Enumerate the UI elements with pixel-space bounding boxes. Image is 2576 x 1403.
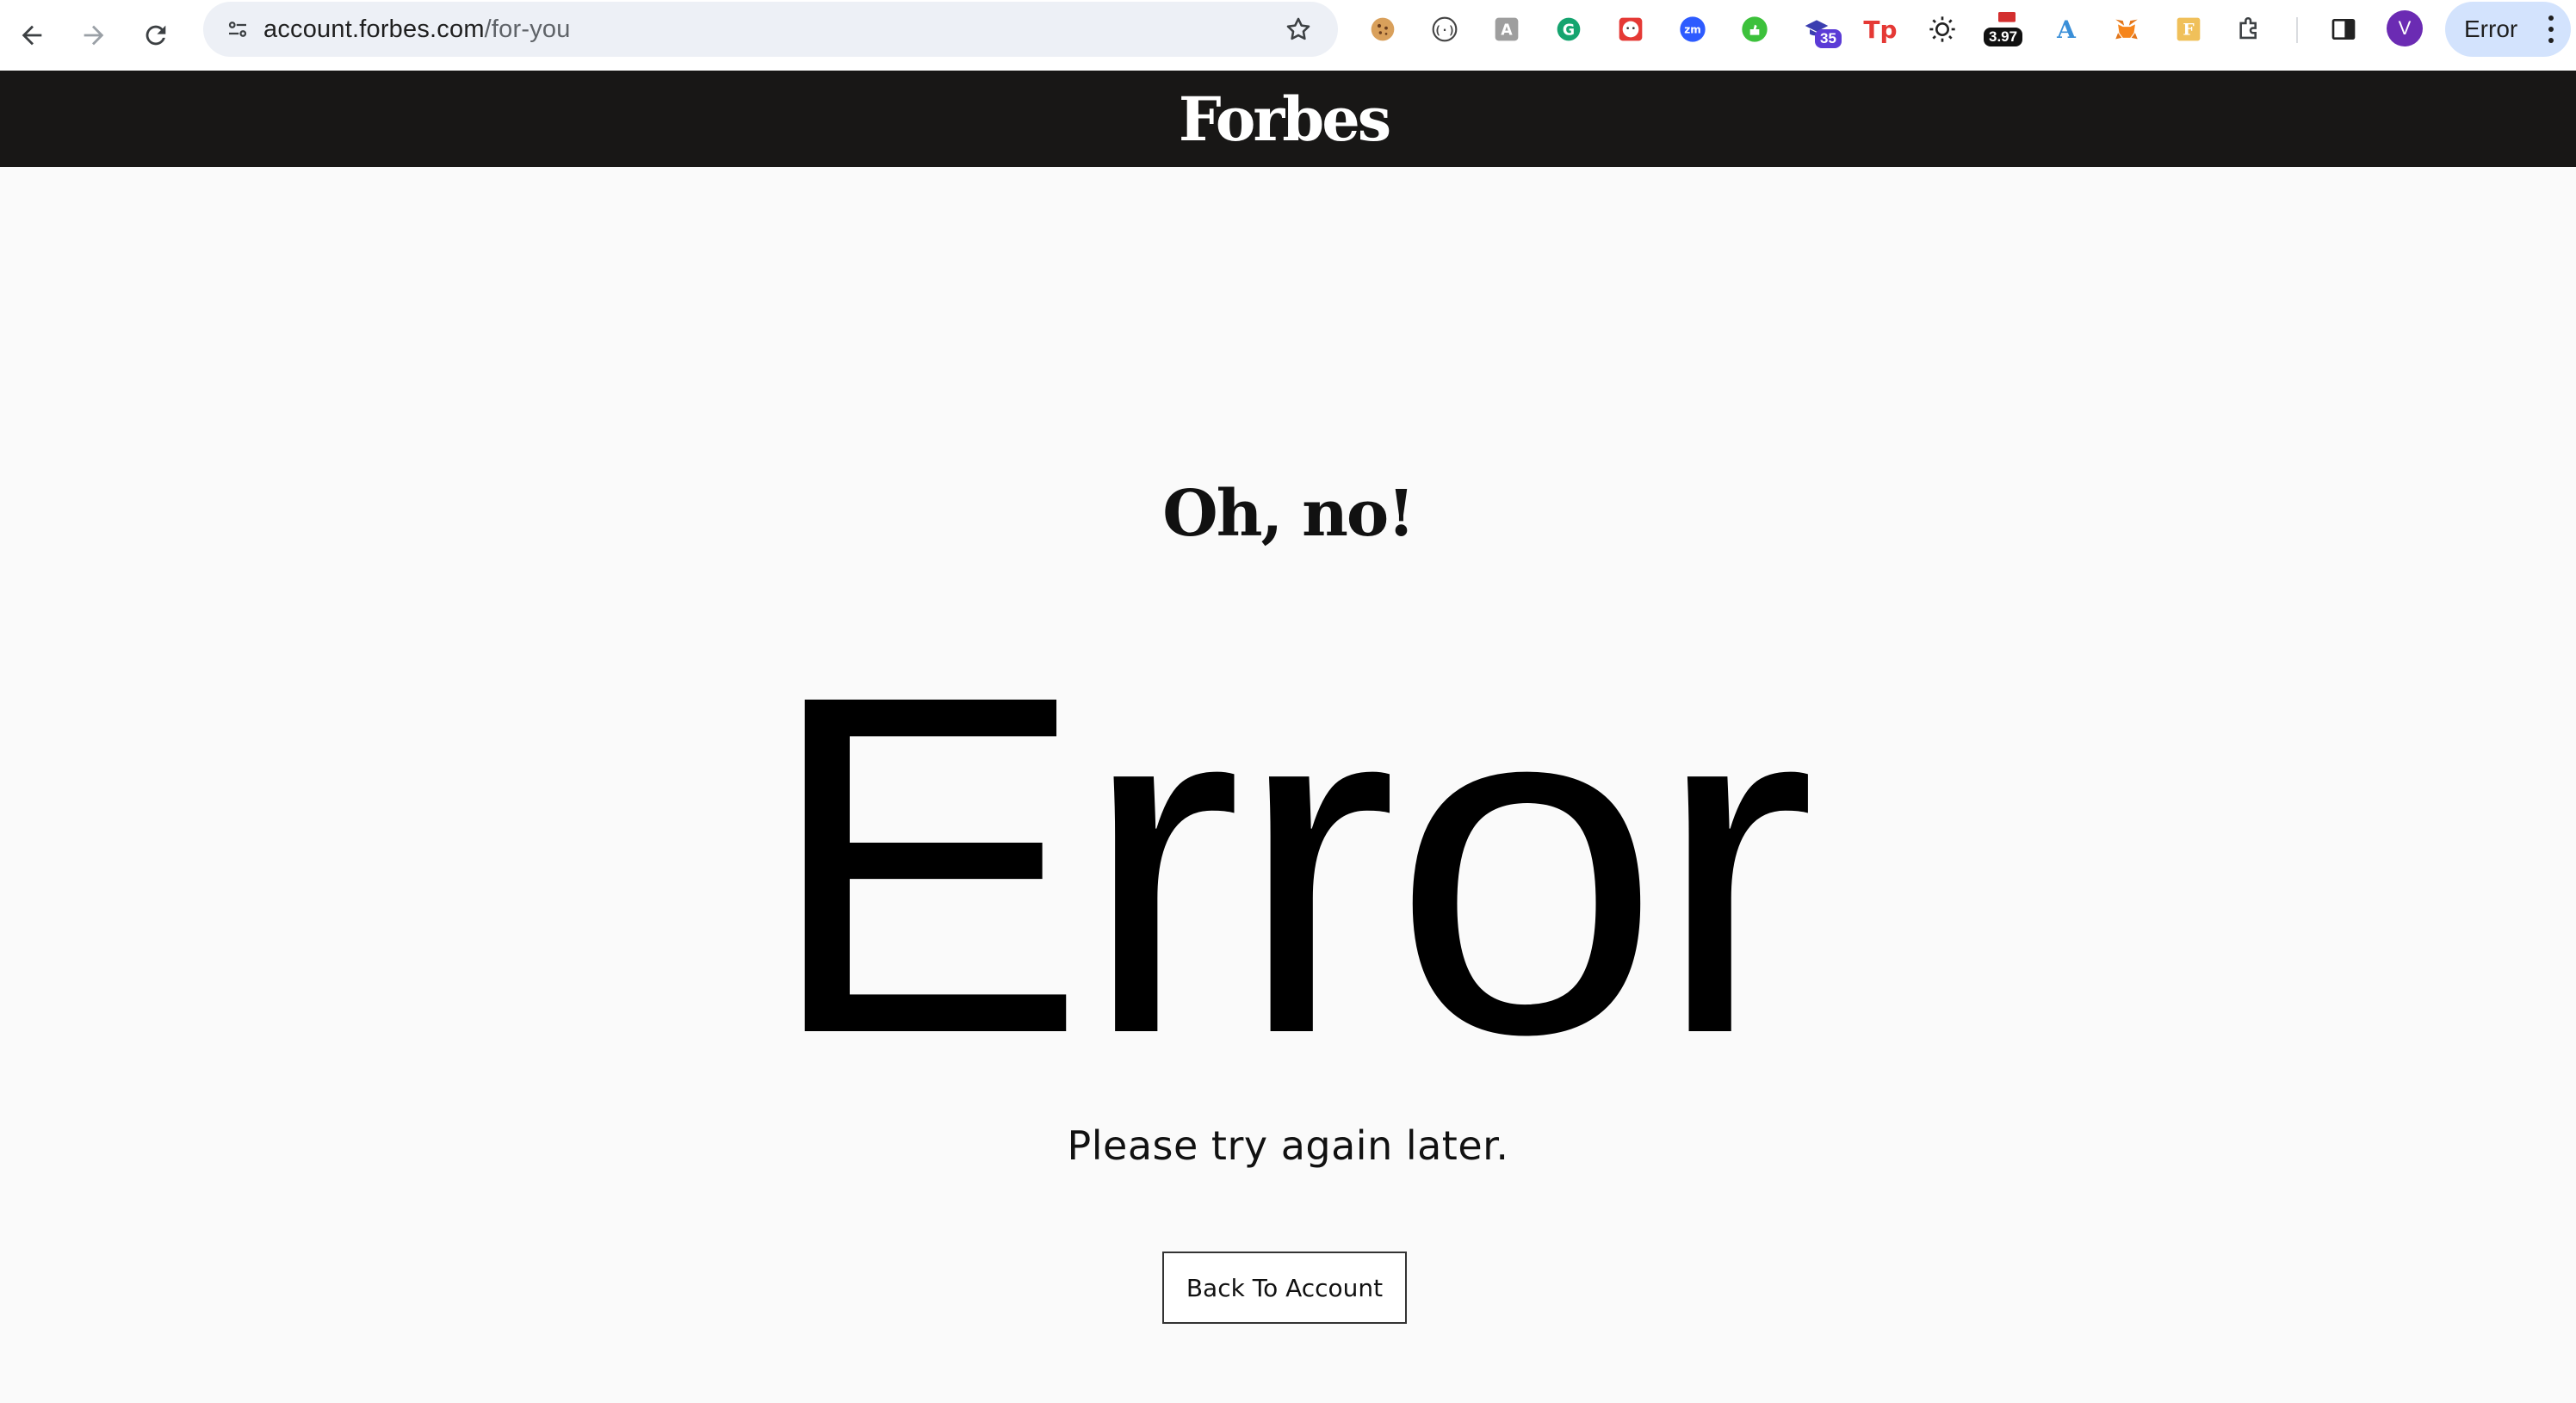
error-page-main: Oh, no! Error Please try again later. Ba… <box>0 167 2576 1403</box>
a-letter-extension-icon[interactable]: A <box>2049 12 2084 46</box>
svg-text:G: G <box>1563 22 1575 40</box>
extension-badge: 3.97 <box>1984 28 2023 46</box>
site-info-icon[interactable] <box>215 7 260 52</box>
puzzle-extensions-icon[interactable] <box>2233 12 2268 46</box>
metamask-extension-icon[interactable] <box>2109 12 2144 46</box>
sun-extension-icon[interactable] <box>1925 12 1960 46</box>
site-header: Forbes <box>0 71 2576 167</box>
toolbar-divider <box>2296 17 2298 43</box>
error-title: Error <box>765 595 1816 1134</box>
kebab-menu-icon[interactable] <box>2547 15 2555 43</box>
tab-status-label: Error <box>2464 15 2518 42</box>
forbes-logo[interactable]: Forbes <box>1179 83 1391 155</box>
url-text[interactable]: account.forbes.com/for-you <box>263 2 571 57</box>
svg-text:F: F <box>2183 21 2194 40</box>
green-thumb-extension-icon[interactable] <box>1737 12 1772 46</box>
page-heading: Oh, no! <box>1162 477 1415 551</box>
back-to-account-button[interactable]: Back To Account <box>1162 1252 1407 1324</box>
error-message: Please try again later. <box>1067 1122 1509 1169</box>
reload-icon[interactable] <box>131 10 181 60</box>
zoom-extension-icon[interactable]: zm <box>1675 12 1710 46</box>
forward-arrow-icon[interactable] <box>69 10 119 60</box>
svg-text:(·): (·) <box>1434 24 1455 37</box>
extension-badge: 35 <box>1815 29 1842 48</box>
svg-text:A: A <box>1501 22 1513 40</box>
graduation-cap-extension-icon[interactable]: 35 <box>1799 12 1842 48</box>
bookmark-star-icon[interactable] <box>1279 10 1317 48</box>
browser-toolbar: account.forbes.com/for-you (·) A G zm 35… <box>0 0 2576 71</box>
cookie-extension-icon[interactable] <box>1365 12 1400 46</box>
translate-extension-icon[interactable]: A <box>1489 12 1524 46</box>
profile-avatar[interactable]: V <box>2387 10 2423 46</box>
face-extension-icon[interactable] <box>1613 12 1648 46</box>
tp-extension-icon[interactable]: Tp <box>1863 12 1898 46</box>
lcp-extension-icon[interactable]: 3.97 <box>1984 12 2032 46</box>
tab-status-chip[interactable]: Error <box>2445 2 2571 57</box>
svg-text:zm: zm <box>1684 24 1701 36</box>
address-bar[interactable]: account.forbes.com/for-you <box>203 2 1338 57</box>
url-domain: account.forbes.com <box>263 15 485 43</box>
side-panel-icon[interactable] <box>2326 12 2361 46</box>
back-arrow-icon[interactable] <box>7 10 57 60</box>
grammarly-extension-icon[interactable]: G <box>1551 12 1586 46</box>
code-brackets-extension-icon[interactable]: (·) <box>1427 12 1462 46</box>
f-letter-extension-icon[interactable]: F <box>2171 12 2206 46</box>
url-path: /for-you <box>484 15 571 43</box>
